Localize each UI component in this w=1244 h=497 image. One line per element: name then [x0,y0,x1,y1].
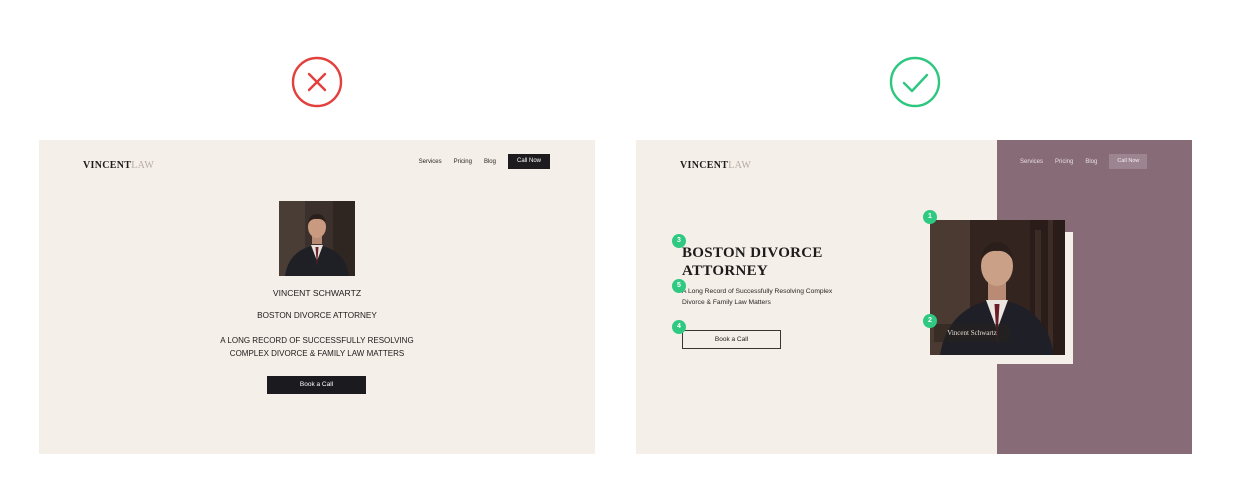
top-nav: Services Pricing Blog Call Now [1020,154,1148,169]
nav-pricing[interactable]: Pricing [1055,159,1073,165]
photo-caption: Vincent Schwartz [934,324,1010,342]
headline-line: BOSTON DIVORCE [682,245,823,261]
logo[interactable]: VINCENTLAW [680,160,751,171]
headline-line: ATTORNEY [682,263,769,279]
nav-pricing[interactable]: Pricing [454,159,472,165]
description-line: COMPLEX DIVORCE & FAMILY LAW MATTERS [229,349,405,358]
book-call-button[interactable]: Book a Call [267,376,366,394]
headline: BOSTON DIVORCE ATTORNEY [682,244,862,280]
nav-services[interactable]: Services [419,159,442,165]
description: A LONG RECORD OF SUCCESSFULLY RESOLVING … [39,334,595,360]
callout-badge: 3 [672,234,686,248]
logo[interactable]: VINCENTLAW [83,160,154,171]
top-nav: Services Pricing Blog Call Now [419,154,550,169]
description-line: A LONG RECORD OF SUCCESSFULLY RESOLVING [220,336,414,345]
attorney-title: BOSTON DIVORCE ATTORNEY [257,311,377,320]
bad-example-page: VINCENTLAW Services Pricing Blog Call No… [39,140,595,454]
callout-badge: 2 [923,314,937,328]
book-call-button[interactable]: Book a Call [682,330,781,349]
x-circle-icon [291,56,343,108]
good-example-page: VINCENTLAW Services Pricing Blog Call No… [636,140,1192,454]
subheadline: A Long Record of Successfully Resolving … [682,287,862,308]
attorney-name: VINCENT SCHWARTZ [272,288,362,298]
call-now-button[interactable]: Call Now [1109,154,1148,169]
callout-badge: 1 [923,210,937,224]
nav-services[interactable]: Services [1020,159,1043,165]
nav-blog[interactable]: Blog [484,159,496,165]
subheadline-line: Divorce & Family Law Matters [682,298,771,306]
callout-badge: 5 [672,279,686,293]
attorney-photo [279,201,355,276]
nav-blog[interactable]: Blog [1085,159,1097,165]
callout-badge: 4 [672,320,686,334]
check-circle-icon [889,56,941,108]
subheadline-line: A Long Record of Successfully Resolving … [682,288,833,295]
call-now-button[interactable]: Call Now [507,154,550,169]
